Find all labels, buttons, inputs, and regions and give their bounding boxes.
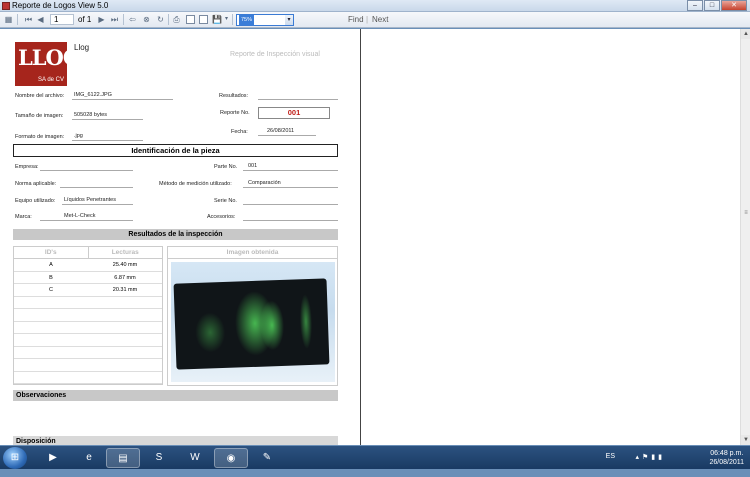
start-button[interactable]: ⊞: [3, 447, 27, 469]
results-section-header: Resultados de la inspección: [13, 229, 338, 240]
equipment-label: Equipo utilizado:: [15, 198, 56, 204]
company-logo: LLOG SA de CV: [15, 42, 81, 86]
date-value: 26/08/2011: [267, 128, 295, 134]
equipment-value: Líquidos Penetrantes: [64, 197, 116, 203]
paint-icon[interactable]: ✎: [250, 448, 284, 468]
table-row: [14, 372, 162, 384]
maximize-button[interactable]: □: [704, 0, 720, 11]
internet-explorer-icon[interactable]: e: [72, 448, 106, 468]
image-format-label: Formato de imagen:: [15, 134, 65, 140]
report-no-value: 001: [258, 107, 330, 119]
table-row: [14, 309, 162, 322]
clock-date: 26/08/2011: [709, 459, 744, 466]
print-layout-icon[interactable]: [186, 15, 195, 24]
part-no-label: Parte No.: [214, 164, 238, 170]
brand-label: Marca:: [15, 214, 32, 220]
file-name-value: IMG_6122.JPG: [74, 92, 112, 98]
zoom-select[interactable]: 75% ▾: [236, 14, 294, 26]
scroll-down-icon[interactable]: ▼: [741, 435, 750, 445]
clock[interactable]: 06:48 p.m. 26/08/2011: [709, 449, 744, 467]
language-indicator[interactable]: ES: [606, 453, 615, 477]
document-map-icon[interactable]: ▦: [4, 15, 13, 24]
company-name: Llog: [74, 43, 90, 52]
table-row: A 25.40 mm: [14, 259, 162, 272]
first-page-icon[interactable]: ⏮: [24, 15, 33, 24]
tray-icons[interactable]: ▴⚑▮▮: [636, 453, 666, 477]
image-size-label: Tamaño de imagen:: [15, 113, 64, 119]
report-page: LLOG SA de CV Llog Reporte de Inspección…: [0, 29, 361, 445]
inspection-image-panel: Imagen obtenida: [167, 246, 338, 386]
table-row: [14, 322, 162, 334]
page-setup-icon[interactable]: [199, 15, 208, 24]
export-dropdown-icon[interactable]: ▾: [222, 15, 231, 24]
disposition-header: Disposición: [13, 436, 338, 445]
table-row: B 6.87 mm: [14, 272, 162, 284]
vertical-scrollbar[interactable]: ▲ ≡ ▼: [740, 29, 750, 445]
part-no-value: 001: [248, 163, 258, 169]
close-button[interactable]: ✕: [721, 0, 747, 11]
method-value: Comparación: [248, 180, 281, 186]
media-player-icon[interactable]: ▶: [36, 448, 70, 468]
table-row: [14, 359, 162, 372]
piece-section-header: Identificación de la pieza: [13, 144, 338, 157]
readings-table: ID's Lecturas A 25.40 mm B 6.87 mm C 20.31 …: [13, 246, 163, 385]
page-number-input[interactable]: 1: [50, 14, 74, 25]
report-no-label: Reporte No.: [220, 110, 250, 116]
previous-page-icon[interactable]: ◀: [36, 15, 45, 24]
refresh-icon[interactable]: ↻: [156, 15, 165, 24]
title-bar: Reporte de Logos View 5.0 – □ ✕: [0, 0, 750, 12]
next-link[interactable]: Next: [372, 15, 388, 24]
clock-time: 06:48 p.m.: [710, 450, 744, 457]
table-row: [14, 347, 162, 359]
back-icon[interactable]: ⇦: [128, 15, 137, 24]
serial-label: Serie No.: [214, 198, 237, 204]
window-title: Reporte de Logos View 5.0: [12, 1, 109, 10]
col-readings-header: Lecturas: [111, 249, 139, 256]
windows-taskbar: ⊞ ▶ e ▤ S W ◉ ✎ ES ▴⚑▮▮ 06:48 p.m. 26/08…: [0, 445, 750, 469]
observations-header: Observaciones: [13, 390, 338, 401]
company-label: Empresa:: [15, 164, 39, 170]
image-size-value: 505028 bytes: [74, 112, 108, 118]
date-label: Fecha:: [231, 129, 248, 135]
image-header: Imagen obtenida: [168, 247, 337, 259]
app-icon: [2, 2, 10, 10]
accessories-label: Accesorios:: [207, 214, 236, 220]
chevron-down-icon[interactable]: ▾: [285, 15, 293, 25]
print-icon[interactable]: ⎙: [172, 15, 181, 24]
page-count-label: of 1: [78, 15, 92, 24]
results-label: Resultados:: [219, 93, 249, 99]
image-format-value: .jpg: [74, 133, 83, 139]
skype-icon[interactable]: S: [142, 448, 176, 468]
report-toolbar: ▦ ⏮ ◀ 1 of 1 ▶ ⏭ ⇦ ⊗ ↻ ⎙ 💾 ▾ 75% ▾ Find …: [0, 12, 750, 28]
file-name-label: Nombre del archivo:: [15, 93, 65, 99]
method-label: Método de medición utilizado:: [159, 181, 232, 187]
stop-icon[interactable]: ⊗: [142, 15, 151, 24]
report-title: Reporte de Inspección visual: [230, 51, 320, 58]
last-page-icon[interactable]: ⏭: [110, 15, 119, 24]
word-icon[interactable]: W: [178, 448, 212, 468]
file-explorer-icon[interactable]: ▤: [106, 448, 140, 468]
logos-view-icon[interactable]: ◉: [214, 448, 248, 468]
scroll-up-icon[interactable]: ▲: [741, 29, 750, 39]
inspection-photo: [171, 262, 335, 382]
export-icon[interactable]: 💾: [212, 15, 222, 24]
norm-label: Norma aplicable:: [15, 181, 57, 187]
brand-value: Met-L-Check: [64, 213, 96, 219]
minimize-button[interactable]: –: [687, 0, 703, 11]
table-row: [14, 297, 162, 309]
table-row: C 20.31 mm: [14, 284, 162, 297]
find-link[interactable]: Find: [348, 15, 364, 24]
table-row: [14, 334, 162, 347]
scroll-thumb[interactable]: ≡: [742, 209, 750, 217]
col-ids-header: ID's: [14, 247, 89, 258]
inspected-card-image: [173, 278, 330, 370]
next-page-icon[interactable]: ▶: [97, 15, 106, 24]
